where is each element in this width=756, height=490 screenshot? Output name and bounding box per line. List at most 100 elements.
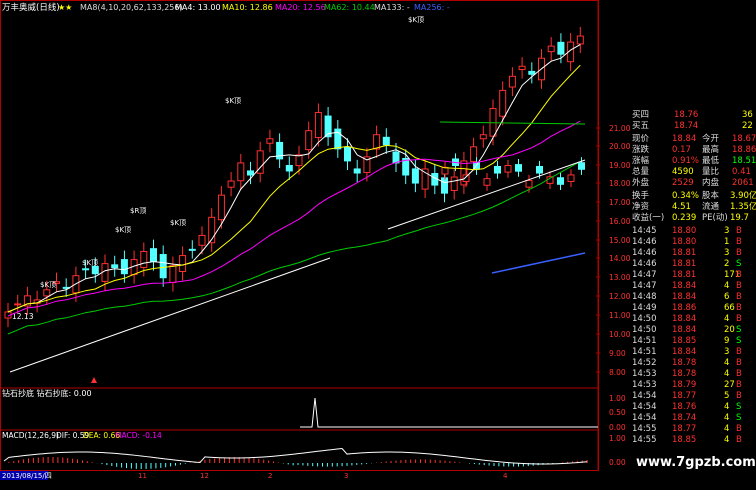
candle-body bbox=[159, 254, 167, 279]
candle-body bbox=[91, 265, 99, 275]
candle-body bbox=[499, 89, 507, 117]
tick-row: 14:46 18.80 1 B bbox=[632, 237, 756, 248]
stat-row: 换手 0.34% 股本 3.90亿 bbox=[632, 191, 756, 202]
candle-body bbox=[179, 255, 187, 273]
tick-row-cell: 14:47 bbox=[632, 270, 657, 280]
stat-row: 涨跌 0.17 最高 18.86 bbox=[632, 145, 756, 156]
chart-frame bbox=[0, 0, 599, 471]
tick-row-cell: B bbox=[736, 226, 742, 236]
stat-row: 外盘 2529 内盘 2061 bbox=[632, 178, 756, 189]
candle-body bbox=[525, 180, 533, 188]
candle-body bbox=[470, 146, 478, 163]
stat-row: 现价 18.84 今开 18.67 bbox=[632, 134, 756, 145]
ma256-line bbox=[491, 252, 586, 274]
candle-body bbox=[285, 165, 293, 172]
stat-row-cell: 内盘 bbox=[702, 178, 720, 188]
candle-body bbox=[441, 177, 448, 194]
tick-row-cell: 18.79 bbox=[672, 380, 697, 390]
stat-row-cell: 股本 bbox=[702, 191, 720, 201]
tick-row-cell: 4 bbox=[724, 314, 730, 324]
price-axis-label: 13.00 bbox=[609, 273, 631, 282]
x-axis-label: 4 bbox=[503, 472, 508, 480]
stat-row-cell: 流通 bbox=[702, 202, 720, 212]
tick-row-cell: 14:49 bbox=[632, 303, 657, 313]
tick-row-cell: 9 bbox=[724, 336, 730, 346]
tick-row-cell: 14:55 bbox=[632, 424, 657, 434]
tick-row-cell: 14:46 bbox=[632, 237, 657, 247]
tick-row-cell: 5 bbox=[724, 391, 730, 401]
tick-row: 14:45 18.80 3 B bbox=[632, 226, 756, 237]
tick-row-cell: 18.84 bbox=[672, 325, 697, 335]
candle-body bbox=[217, 194, 225, 221]
tick-row-cell: 18.80 bbox=[672, 237, 697, 247]
tick-row-cell: 18.84 bbox=[672, 347, 697, 357]
price-axis-label: 16.00 bbox=[609, 217, 631, 226]
candle-body bbox=[150, 248, 157, 263]
x-axis-label: 3 bbox=[344, 472, 348, 480]
signal-mark: $K顶 bbox=[170, 219, 186, 227]
tick-row-cell: 18.74 bbox=[672, 413, 697, 423]
candle-body bbox=[450, 176, 458, 191]
tick-row-cell: B bbox=[736, 237, 742, 247]
ma20-line bbox=[7, 120, 581, 317]
tick-row: 14:54 18.76 4 S bbox=[632, 402, 756, 413]
tick-row: 14:51 18.85 9 S bbox=[632, 336, 756, 347]
candle-body bbox=[382, 136, 390, 146]
tick-row-cell: 18.84 bbox=[672, 292, 697, 302]
macd-title: MACD(12,26,9) bbox=[2, 431, 59, 440]
price-axis-label: 10.00 bbox=[609, 330, 631, 339]
x-axis-label: 12 bbox=[200, 472, 209, 480]
stat-row-cell: 涨幅 bbox=[632, 156, 650, 166]
candle-body bbox=[567, 174, 575, 182]
signal-mark: $K顶 bbox=[408, 16, 424, 24]
tick-row: 14:46 18.81 2 S bbox=[632, 259, 756, 270]
tick-row: 14:50 18.84 20 S bbox=[632, 325, 756, 336]
ma62-line bbox=[7, 161, 581, 335]
tick-row-cell: 1 bbox=[724, 237, 730, 247]
tick-row-cell: 14:48 bbox=[632, 292, 657, 302]
candle-body bbox=[353, 168, 361, 174]
tick-row-cell: 20 bbox=[724, 325, 735, 335]
tick-row-cell: 14:46 bbox=[632, 248, 657, 258]
tick-row-cell: 4 bbox=[724, 369, 730, 379]
stat-row-cell: 18.84 bbox=[672, 134, 697, 144]
tick-row-cell: 66 bbox=[724, 303, 735, 313]
candle-body bbox=[82, 268, 90, 271]
tick-row-cell: 4 bbox=[724, 358, 730, 368]
tick-row-cell: 18.81 bbox=[672, 259, 697, 269]
indicator-axis-label: 0.00 bbox=[609, 423, 626, 432]
signal-mark: $K顶 bbox=[225, 97, 241, 105]
chart-title: 万丰奥威(日线) bbox=[2, 2, 60, 13]
stat-row-cell: 净资 bbox=[632, 202, 650, 212]
chart-window[interactable]: 万丰奥威(日线) ★★ MA8(4,10,20,62,133,256) MA4: 13… bbox=[0, 0, 756, 487]
candle-body bbox=[169, 265, 177, 283]
price-axis-label: 17.00 bbox=[609, 198, 631, 207]
candle-body bbox=[508, 75, 516, 88]
stat-row: 总量 4590 量比 0.41 bbox=[632, 167, 756, 178]
stat-row-cell: PE(动) bbox=[702, 213, 728, 223]
tick-row-cell: 4 bbox=[724, 413, 730, 423]
price-axis-label: 18.00 bbox=[609, 179, 631, 188]
stat-row-cell: 总量 bbox=[632, 167, 650, 177]
tick-row-cell: S bbox=[736, 259, 742, 269]
candles bbox=[4, 26, 585, 328]
ma256-label: MA256: - bbox=[414, 3, 450, 12]
tick-row-cell: S bbox=[736, 402, 742, 412]
stat-row-cell: 19.7 bbox=[730, 213, 749, 223]
indicator-axis-label: 1.00 bbox=[609, 394, 626, 403]
tick-row-cell: 14:51 bbox=[632, 347, 657, 357]
candle-body bbox=[198, 234, 206, 246]
watermark-text: www.7gpzb.com bbox=[636, 455, 756, 470]
price-axis-label: 19.00 bbox=[609, 161, 631, 170]
candle-body bbox=[557, 41, 565, 55]
tick-row-cell: 14:46 bbox=[632, 259, 657, 269]
price-axis-label: 9.00 bbox=[609, 349, 626, 358]
tick-row-cell: 4 bbox=[724, 435, 730, 445]
tick-row-cell: 4 bbox=[724, 402, 730, 412]
stat-row: 净资 4.51 流通 1.35亿 bbox=[632, 202, 756, 213]
tick-row-cell: 14:55 bbox=[632, 435, 657, 445]
tick-row: 14:55 18.77 4 B bbox=[632, 424, 756, 435]
tick-row-cell: 18.77 bbox=[672, 424, 697, 434]
tick-row-cell: 14:54 bbox=[632, 391, 657, 401]
signal-mark: $K顶 bbox=[40, 281, 56, 289]
